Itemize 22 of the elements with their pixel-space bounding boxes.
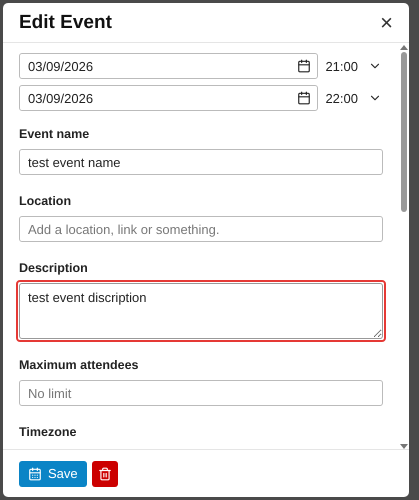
input-field[interactable]: test event name — [19, 149, 383, 175]
close-button[interactable]: × — [378, 12, 395, 34]
calendar-icon — [297, 59, 312, 73]
calendar-icon — [28, 466, 42, 480]
input-field[interactable]: Add a location, link or something. — [19, 216, 383, 242]
delete-button[interactable] — [92, 460, 118, 486]
date-field[interactable]: 03/09/2026 — [19, 85, 318, 111]
delete-icon — [98, 466, 112, 480]
save-button[interactable]: Save — [19, 460, 87, 486]
scrollbar[interactable] — [399, 43, 409, 449]
input-field[interactable]: No limit — [19, 380, 383, 406]
field-label: Maximum attendees — [19, 358, 140, 373]
field-label: Event name — [19, 127, 90, 142]
dialog-title: Edit Event — [19, 12, 112, 34]
calendar-icon — [297, 91, 312, 105]
text-area[interactable]: test event discription — [19, 283, 383, 339]
time-text: 21:00 — [325, 58, 358, 74]
field-label: Description — [19, 261, 89, 276]
field-label: Timezone — [19, 425, 78, 440]
time-text: 22:00 — [325, 90, 358, 106]
date-field[interactable]: 03/09/2026 — [19, 53, 318, 79]
field-label: Location — [19, 194, 72, 209]
